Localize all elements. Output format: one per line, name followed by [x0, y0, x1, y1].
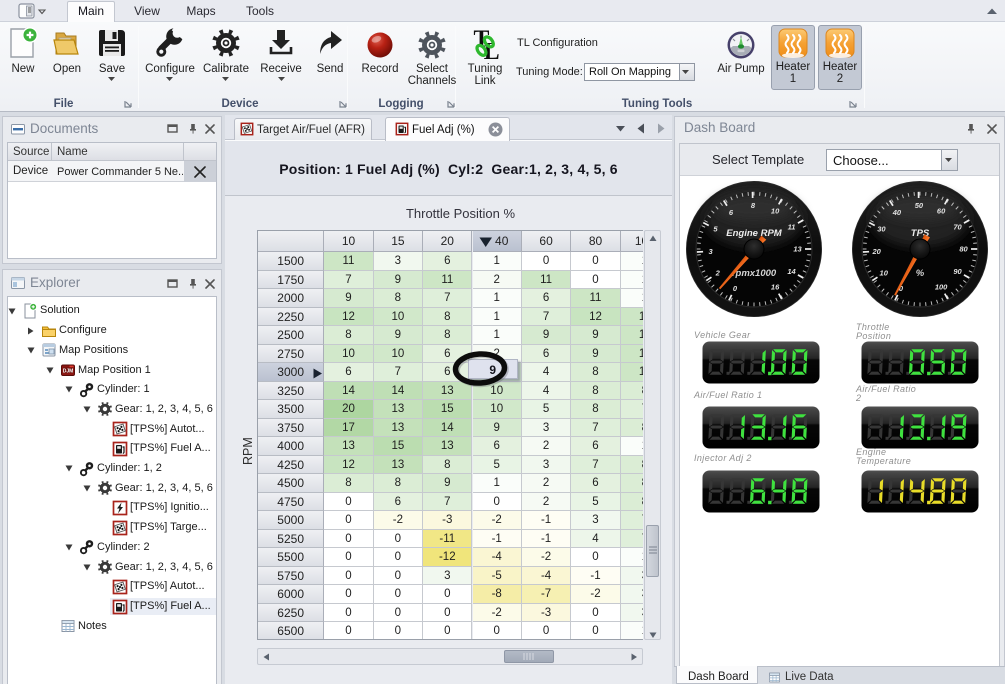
svg-text:20: 20 [871, 247, 881, 256]
svg-text:rpmx1000: rpmx1000 [732, 268, 777, 279]
svg-text:70: 70 [953, 223, 962, 232]
svg-text:10: 10 [771, 207, 780, 216]
svg-text:30: 30 [877, 225, 886, 234]
svg-text:60: 60 [937, 207, 946, 216]
svg-text:13: 13 [793, 245, 802, 254]
svg-text:11: 11 [788, 223, 796, 232]
svg-text:Engine RPM: Engine RPM [726, 228, 783, 239]
svg-text:80: 80 [959, 245, 968, 254]
svg-text:16: 16 [771, 283, 780, 292]
svg-text:40: 40 [892, 208, 902, 217]
svg-text:100: 100 [935, 283, 948, 292]
svg-text:DJM: DJM [63, 368, 74, 374]
svg-text:2: 2 [715, 269, 721, 278]
svg-text:10: 10 [880, 269, 889, 278]
svg-text:14: 14 [787, 267, 796, 276]
svg-text:90: 90 [953, 267, 962, 276]
svg-text:%: % [916, 268, 925, 279]
svg-text:50: 50 [915, 201, 924, 210]
